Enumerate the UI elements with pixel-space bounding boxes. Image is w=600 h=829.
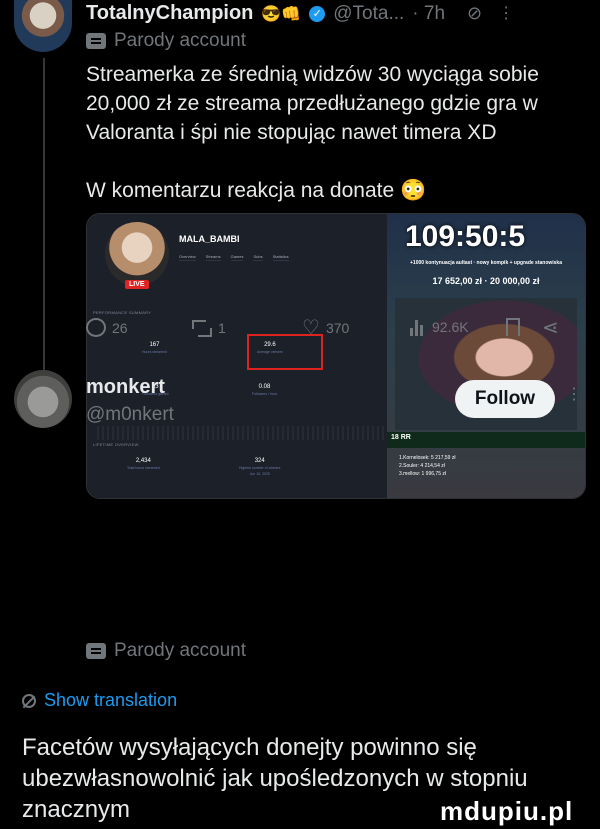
game-strip-text: 18 RR bbox=[391, 434, 411, 441]
channel-name: MALA_BAMBI bbox=[179, 234, 240, 244]
verified-icon: ✓ bbox=[309, 5, 326, 22]
stream-timer: 109:50:5 bbox=[405, 220, 526, 253]
timestamp[interactable]: · 7h bbox=[412, 3, 445, 25]
parody-label: Parody account bbox=[86, 30, 246, 52]
like-button[interactable]: ♡ 370 bbox=[302, 318, 349, 338]
donor-row: 1.Kornelosek: 5 217,59 zł bbox=[399, 455, 456, 461]
bookmark-icon bbox=[506, 318, 520, 336]
avatar-totalnychampion[interactable] bbox=[14, 0, 72, 52]
donor-row: 3.mellow: 1 996,75 zł bbox=[399, 471, 446, 477]
repost-icon bbox=[192, 318, 212, 338]
stats-tab: Statistics bbox=[272, 254, 289, 261]
more-icon[interactable]: ⋮ bbox=[498, 5, 514, 21]
parody-text: Parody account bbox=[114, 30, 247, 51]
stream-goal-text: +1000 kontynuacja aultast · nowy kompik … bbox=[410, 260, 562, 266]
tweet-actions: 26 1 ♡ 370 92.6K ⋖ bbox=[86, 316, 584, 346]
views-button[interactable]: 92.6K bbox=[410, 318, 469, 336]
handle[interactable]: @Tota... bbox=[333, 3, 404, 25]
share-icon: ⋖ bbox=[542, 317, 559, 339]
stats-tab: Subs bbox=[253, 254, 263, 261]
parody-text: Parody account bbox=[114, 640, 247, 661]
grok-icon[interactable]: ⊘ bbox=[467, 3, 482, 24]
live-badge: LIVE bbox=[125, 280, 149, 289]
name-emojis: 😎👊 bbox=[261, 5, 302, 23]
thread-line bbox=[43, 58, 45, 378]
avatar-monkert[interactable] bbox=[14, 370, 72, 428]
top-donors: 1.Kornelosek: 5 217,59 zł 2.Souler: 4 21… bbox=[399, 454, 455, 478]
follow-button[interactable]: Follow bbox=[455, 380, 555, 418]
tweet-text-second: W komentarzu reakcja na donate 😳 bbox=[86, 179, 427, 202]
tweet-text: Streamerka ze średnią widzów 30 wyciąga … bbox=[86, 60, 586, 147]
watermark: mdupiu.pl bbox=[440, 796, 574, 826]
bookmark-button[interactable] bbox=[506, 318, 520, 336]
donor-row: 2.Souler: 4 214,54 zł bbox=[399, 463, 445, 469]
reply-icon bbox=[86, 318, 106, 337]
view-count: 92.6K bbox=[432, 319, 469, 335]
donation-goal: 17 652,00 zł · 20 000,00 zł bbox=[432, 276, 540, 286]
parody-badge-icon bbox=[86, 643, 106, 659]
reply-text-line: ubezwłasnowolnić jak upośledzonych w sto… bbox=[22, 765, 528, 792]
tweet-text-line: 20,000 zł ze streama przedłużanego gdzie… bbox=[86, 92, 538, 115]
show-translation-link[interactable]: Show translation bbox=[22, 690, 177, 711]
repost-count: 1 bbox=[218, 320, 226, 336]
reply-text-line: Facetów wysyłających donejty powinno się bbox=[22, 734, 477, 761]
stats-bars bbox=[97, 426, 387, 440]
stats-tab: Overview bbox=[179, 254, 196, 261]
display-name[interactable]: TotalnyChampion bbox=[86, 2, 253, 25]
stat-followers-hour: 0.08 Followers / hour bbox=[252, 384, 277, 396]
stats-tab: Streams bbox=[205, 254, 221, 261]
handle-monkert[interactable]: @m0nkert bbox=[86, 404, 174, 426]
views-icon bbox=[410, 318, 426, 336]
stats-panel: LIVE MALA_BAMBI Overview Streams Games S… bbox=[87, 214, 387, 498]
reply-count: 26 bbox=[112, 319, 128, 336]
performance-title: PERFORMANCE SUMMARY bbox=[93, 310, 152, 315]
tweet-header: TotalnyChampion 😎👊 ✓ @Tota... · 7h ⊘ ⋮ bbox=[86, 2, 514, 25]
stat-total-hours: 2,434 Total hours streamed bbox=[127, 458, 160, 470]
lifetime-title: LIFETIME OVERVIEW bbox=[93, 442, 139, 447]
repost-button[interactable]: 1 bbox=[192, 318, 226, 338]
share-button[interactable]: ⋖ bbox=[542, 318, 559, 338]
tweet-text-line: Valoranta i śpi nie stopując nawet timer… bbox=[86, 121, 497, 144]
parody-label-monkert: Parody account bbox=[86, 640, 246, 662]
tweet-text-line: Streamerka ze średnią widzów 30 wyciąga … bbox=[86, 63, 539, 86]
stats-tabs: Overview Streams Games Subs Statistics bbox=[179, 254, 289, 261]
stat-highest-viewers: 324 Highest number of viewers Jun 15, 2025 bbox=[239, 458, 281, 476]
reply-button[interactable]: 26 bbox=[86, 318, 128, 337]
parody-badge-icon bbox=[86, 33, 106, 49]
display-name-monkert[interactable]: monkert bbox=[86, 376, 165, 399]
stream-screenshot: 109:50:5 +1000 kontynuacja aultast · now… bbox=[387, 214, 585, 498]
translate-icon bbox=[22, 693, 36, 708]
translation-label[interactable]: Show translation bbox=[44, 690, 177, 711]
heart-icon: ♡ bbox=[302, 317, 320, 339]
more-icon-monkert[interactable]: ⋮ bbox=[566, 387, 582, 403]
stats-tab: Games bbox=[230, 254, 244, 261]
tweet-media-image[interactable]: LIVE MALA_BAMBI Overview Streams Games S… bbox=[86, 213, 586, 499]
game-strip bbox=[387, 432, 585, 448]
streamer-avatar bbox=[105, 222, 169, 286]
like-count: 370 bbox=[325, 320, 350, 336]
